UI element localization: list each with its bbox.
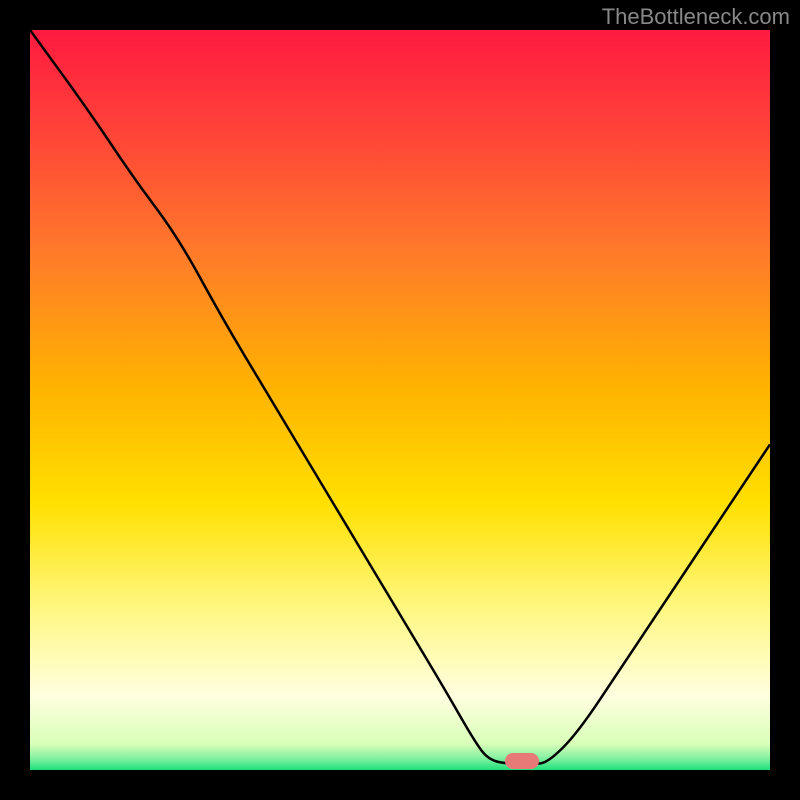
- chart-frame: [30, 30, 770, 770]
- watermark-text: TheBottleneck.com: [602, 4, 790, 30]
- optimal-marker: [505, 753, 538, 769]
- bottleneck-curve: [30, 30, 770, 770]
